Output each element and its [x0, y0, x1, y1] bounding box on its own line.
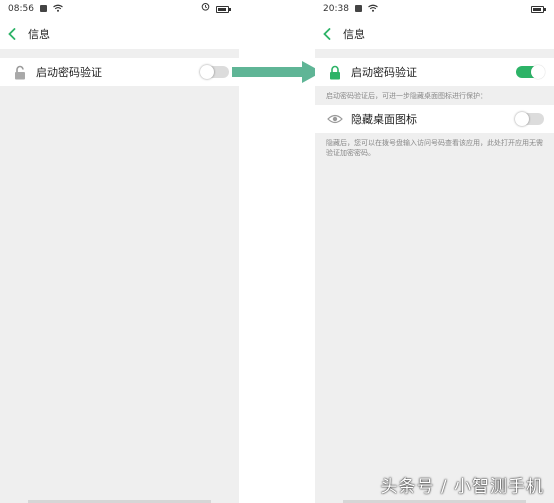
alarm-icon	[201, 0, 210, 18]
password-verification-toggle[interactable]	[516, 65, 545, 79]
eye-icon	[327, 111, 343, 127]
chevron-left-icon	[323, 27, 331, 40]
back-button[interactable]	[323, 24, 337, 44]
right-phone-screen: 20:38 信息 启动密码验证 启动密码验证后，可进一步隐藏桌面图标进行保护：	[315, 0, 554, 503]
locked-padlock-icon	[327, 64, 343, 80]
transition-arrow-icon	[232, 61, 322, 83]
notification-icon	[354, 5, 362, 12]
watermark: 头条号 / 小智测手机	[380, 477, 544, 497]
hide-desktop-icon-hint: 隐藏后，您可以在拨号盘输入访问号码查看该应用，此处打开应用无需验证加密密码。	[315, 133, 554, 162]
row-label: 隐藏桌面图标	[351, 113, 417, 126]
page-title: 信息	[28, 27, 50, 41]
status-bar: 20:38	[315, 0, 554, 18]
left-phone-screen: 08:56 信息 启动密码验证	[0, 0, 239, 503]
battery-icon	[216, 5, 231, 13]
password-verification-hint: 启动密码验证后，可进一步隐藏桌面图标进行保护：	[315, 86, 554, 105]
wifi-icon	[367, 1, 378, 19]
comparison-stage: 08:56 信息 启动密码验证 20:38 信息 启动密码验证 启动密码验证后，…	[0, 0, 554, 503]
hide-desktop-icon-row[interactable]: 隐藏桌面图标	[315, 105, 554, 133]
status-time: 08:56	[8, 4, 34, 14]
status-bar: 08:56	[0, 0, 239, 18]
title-bar: 信息	[315, 18, 554, 49]
password-verification-toggle[interactable]	[200, 65, 229, 79]
row-label: 启动密码验证	[36, 66, 102, 79]
chevron-left-icon	[8, 27, 16, 40]
title-bar: 信息	[0, 18, 239, 49]
status-time: 20:38	[323, 4, 349, 14]
hide-desktop-icon-toggle[interactable]	[515, 112, 544, 126]
notification-icon	[39, 5, 47, 12]
password-verification-row[interactable]: 启动密码验证	[0, 58, 239, 86]
row-label: 启动密码验证	[351, 66, 417, 79]
wifi-icon	[52, 1, 63, 19]
password-verification-row[interactable]: 启动密码验证	[315, 58, 554, 86]
battery-icon	[531, 5, 546, 13]
unlocked-padlock-icon	[12, 64, 28, 80]
back-button[interactable]	[8, 24, 22, 44]
page-title: 信息	[343, 27, 365, 41]
